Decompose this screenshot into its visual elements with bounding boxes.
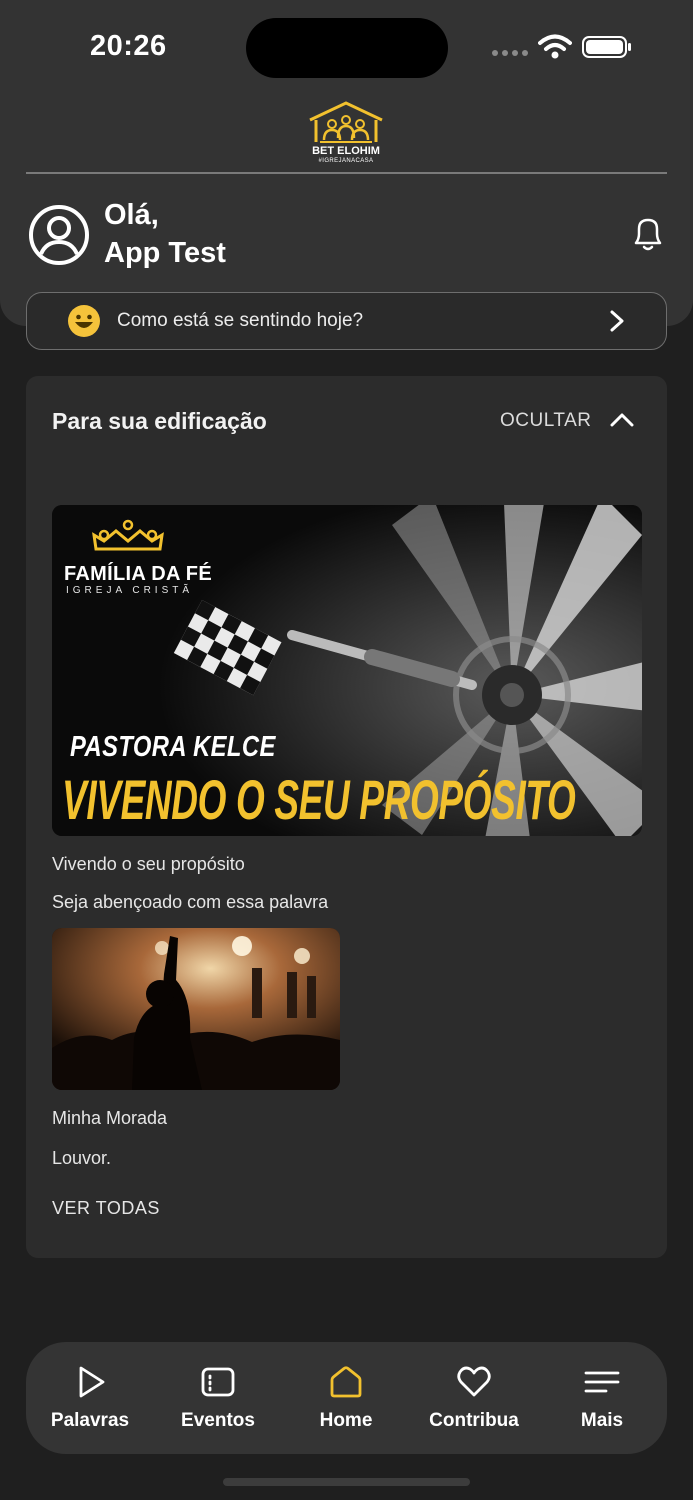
sermon-banner-image[interactable]: FAMÍLIA DA FÉ IGREJA CRISTÃ PASTORA KELC… xyxy=(52,505,642,836)
item-subtitle: Seja abençoado com essa palavra xyxy=(52,892,329,912)
brand-tagline: #IGREJANACASA xyxy=(318,158,374,164)
notification-bell-icon[interactable] xyxy=(628,214,668,254)
banner-brand-sub: IGREJA CRISTÃ xyxy=(66,585,194,596)
item-title[interactable]: Minha Morada xyxy=(52,1108,167,1129)
edification-section: Para sua edificação OCULTAR FAMÍLIA DA F… xyxy=(26,376,667,1258)
smiley-emoji-icon xyxy=(68,305,100,337)
item-subtitle: Louvor. xyxy=(52,1148,112,1168)
nav-home[interactable]: Home xyxy=(282,1342,410,1454)
chevron-right-icon xyxy=(610,310,624,332)
item-title[interactable]: Vivendo o seu propósito xyxy=(52,854,245,875)
status-time: 20:26 xyxy=(90,30,167,62)
cellular-signal-icon xyxy=(492,50,528,56)
brand-name: BET ELOHIM xyxy=(312,145,380,157)
nav-mais[interactable]: Mais xyxy=(538,1342,666,1454)
wifi-icon xyxy=(538,34,572,59)
nav-label: Palavras xyxy=(50,1410,130,1431)
bottom-navigation: Palavras Eventos Home Contribua Mais xyxy=(26,1342,667,1454)
header-divider xyxy=(26,172,667,174)
worship-thumbnail-image[interactable] xyxy=(52,928,340,1090)
mood-prompt: Como está se sentindo hoje? xyxy=(117,310,364,331)
nav-label: Mais xyxy=(580,1410,624,1431)
calendar-icon xyxy=(201,1367,235,1397)
nav-label: Contribua xyxy=(429,1410,519,1431)
dynamic-island xyxy=(246,18,448,78)
menu-icon xyxy=(584,1371,620,1393)
chevron-up-icon[interactable] xyxy=(610,410,634,430)
section-title: Para sua edificação xyxy=(52,408,267,434)
app-header: 20:26 BET ELOHIM #IGREJANACASA Olá, App … xyxy=(0,0,693,326)
nav-palavras[interactable]: Palavras xyxy=(26,1342,154,1454)
home-indicator[interactable] xyxy=(223,1478,470,1486)
play-icon xyxy=(79,1366,105,1398)
banner-brand: FAMÍLIA DA FÉ xyxy=(64,563,212,585)
concert-photo xyxy=(52,928,340,1090)
battery-icon xyxy=(582,36,631,58)
nav-contribua[interactable]: Contribua xyxy=(410,1342,538,1454)
greeting-user: App Test xyxy=(104,237,226,269)
nav-eventos[interactable]: Eventos xyxy=(154,1342,282,1454)
banner-title: VIVENDO O SEU PROPÓSITO xyxy=(62,768,576,831)
greeting: Olá, App Test xyxy=(104,196,226,272)
user-avatar-icon[interactable] xyxy=(28,204,90,266)
nav-label: Home xyxy=(319,1410,373,1431)
hide-section-button[interactable]: OCULTAR xyxy=(500,410,591,432)
banner-speaker: PASTORA KELCE xyxy=(70,731,276,763)
mood-check-button[interactable]: Como está se sentindo hoje? xyxy=(26,292,667,350)
home-icon xyxy=(330,1366,362,1398)
heart-icon xyxy=(457,1366,491,1397)
greeting-hello: Olá, xyxy=(104,199,159,231)
see-all-button[interactable]: VER TODAS xyxy=(52,1198,160,1219)
nav-label: Eventos xyxy=(181,1410,255,1431)
